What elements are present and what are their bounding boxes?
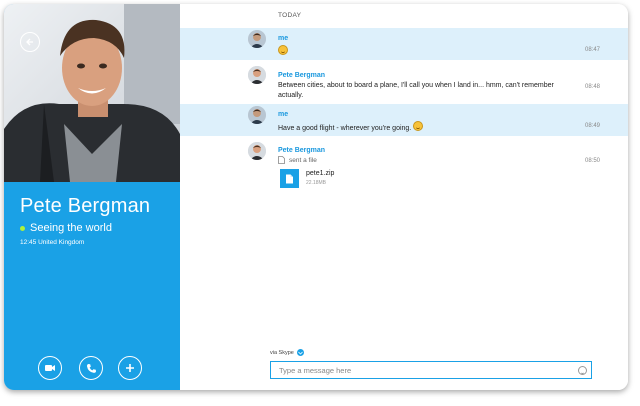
mood-text: Seeing the world	[30, 222, 112, 234]
file-size: 22.18MB	[306, 180, 327, 186]
service-selector[interactable]	[296, 349, 304, 356]
message-sender: Pete Bergman	[278, 72, 326, 79]
smile-emoticon-icon	[278, 45, 288, 55]
back-button[interactable]	[20, 32, 40, 52]
file-icon	[286, 174, 293, 183]
via-skype: via Skype	[270, 349, 304, 356]
message-text-content: Have a good flight - wherever you're goi…	[278, 125, 412, 132]
grin-emoticon-icon	[413, 121, 424, 131]
message-time: 08:47	[584, 47, 600, 53]
file-name[interactable]: pete1.zip	[306, 170, 334, 177]
video-call-button[interactable]	[38, 356, 62, 380]
contact-name: Pete Bergman	[20, 195, 151, 217]
message-row: Pete Bergman Between cities, about to bo…	[180, 62, 628, 102]
chevron-down-icon	[298, 351, 303, 355]
skype-window: Pete Bergman Seeing the world 12:45 Unit…	[4, 4, 628, 390]
contact-mood: Seeing the world	[20, 222, 112, 234]
avatar	[248, 142, 266, 160]
via-label: via Skype	[270, 349, 294, 356]
presence-indicator	[20, 225, 25, 231]
message-row: me 08:47	[180, 28, 628, 60]
message-time: 08:50	[584, 158, 600, 164]
message-text: Between cities, about to board a plane, …	[278, 82, 554, 99]
add-icon	[126, 364, 134, 372]
add-button[interactable]	[118, 356, 142, 380]
video-call-icon	[45, 365, 55, 371]
smiley-icon[interactable]	[578, 366, 587, 375]
document-icon	[278, 156, 285, 164]
file-transfer-status: sent a file	[278, 156, 317, 164]
audio-call-button[interactable]	[79, 356, 103, 380]
message-sender: me	[278, 111, 289, 118]
avatar	[248, 106, 266, 124]
conversation-panel: TODAY me 08:47 Pete Bergman Between citi…	[180, 4, 628, 390]
message-input[interactable]	[270, 361, 592, 379]
contact-local-time: 12:45 United Kingdom	[20, 239, 85, 246]
message-time: 08:48	[584, 84, 600, 90]
phone-icon	[86, 363, 96, 373]
message-row: me Have a good flight - wherever you're …	[180, 104, 628, 136]
avatar	[248, 66, 266, 84]
composer: via Skype	[180, 342, 628, 390]
message-text: Have a good flight - wherever you're goi…	[278, 121, 568, 134]
message-text	[278, 45, 568, 58]
back-arrow-icon	[26, 38, 33, 46]
file-action-text: sent a file	[289, 156, 317, 164]
file-attachment[interactable]	[280, 169, 299, 188]
contact-panel: Pete Bergman Seeing the world 12:45 Unit…	[4, 4, 180, 390]
contact-photo	[4, 4, 180, 182]
message-sender: Pete Bergman	[278, 147, 326, 154]
message-time: 08:49	[584, 123, 600, 129]
message-sender: me	[278, 35, 289, 42]
message-row: Pete Bergman 08:50	[180, 138, 628, 198]
avatar	[248, 30, 266, 48]
day-separator: TODAY	[278, 12, 302, 19]
